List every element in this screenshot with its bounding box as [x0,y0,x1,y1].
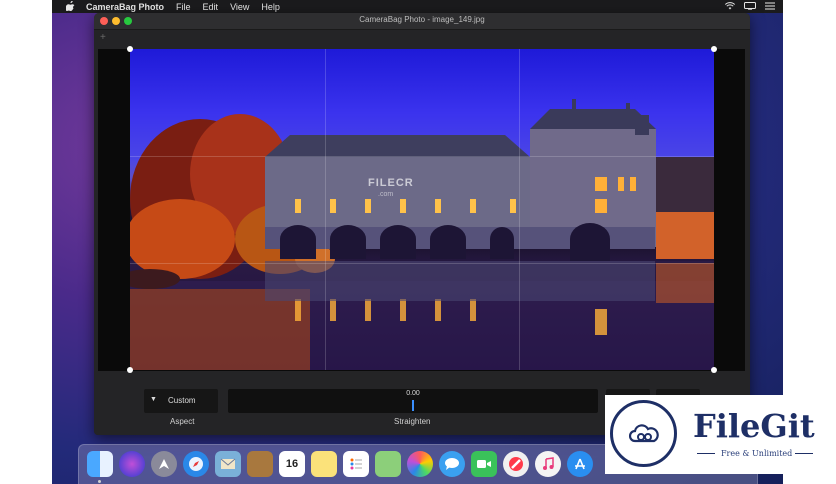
messages-icon[interactable] [439,451,465,477]
chateau-photo [130,99,714,370]
add-button[interactable]: + [100,32,106,43]
crop-handle-bottom-right[interactable] [711,367,717,373]
app-store-icon[interactable] [567,451,593,477]
menu-edit[interactable]: Edit [203,2,219,12]
watermark-text: FILECR [368,177,414,189]
photos-icon[interactable] [407,451,433,477]
app-menu[interactable]: CameraBag Photo [86,2,164,12]
notes-icon[interactable] [311,451,337,477]
news-icon[interactable] [503,451,529,477]
aspect-value: Custom [168,396,196,405]
photo-image[interactable]: FILECR .com [130,49,714,370]
launchpad-icon[interactable] [151,451,177,477]
crop-gridline-h1 [130,156,714,157]
filegit-brand: FileGit [693,407,815,445]
crop-gridline-v1 [325,49,326,370]
crop-handle-bottom-left[interactable] [127,367,133,373]
menu-help[interactable]: Help [261,2,280,12]
menu-file[interactable]: File [176,2,191,12]
image-canvas[interactable]: FILECR .com [98,46,745,373]
crop-gridline-v2 [519,49,520,370]
filegit-tagline: Free & Unlimited [721,449,793,458]
wifi-icon[interactable] [724,1,736,12]
window-title: CameraBag Photo - image_149.jpg [359,15,485,24]
app-window: CameraBag Photo - image_149.jpg + FILECR… [94,13,750,435]
finder-icon[interactable] [87,451,113,477]
display-icon[interactable] [744,1,756,12]
control-menu-icon[interactable] [765,2,775,12]
safari-icon[interactable] [183,451,209,477]
aspect-label: Aspect [170,417,195,426]
crop-handle-top-right[interactable] [711,46,717,52]
aspect-dropdown[interactable]: ▼ Custom [144,389,218,413]
title-bar: CameraBag Photo - image_149.jpg [94,13,750,30]
running-indicator [98,480,101,483]
maps-icon[interactable] [375,451,401,477]
apple-menu-icon[interactable] [64,0,76,13]
crop-gridline-h2 [130,263,714,264]
mail-icon[interactable] [215,451,241,477]
crop-handle-top-left[interactable] [127,46,133,52]
straighten-value: 0.00 [406,390,420,397]
filegit-logo-icon [610,400,677,467]
music-icon[interactable] [535,451,561,477]
reminders-icon[interactable] [343,451,369,477]
tagline-rule-right [795,453,813,454]
menu-view[interactable]: View [230,2,249,12]
caret-down-icon: ▼ [150,396,157,403]
status-area [724,0,775,13]
filegit-overlay: FileGit Free & Unlimited [605,395,823,474]
facetime-icon[interactable] [471,451,497,477]
straighten-label: Straighten [394,417,431,426]
menu-bar: CameraBag Photo File Edit View Help [52,0,783,13]
siri-icon[interactable] [119,451,145,477]
straighten-slider[interactable]: 0.00 [228,389,598,413]
calendar-day: 16 [285,458,299,470]
straighten-marker[interactable] [412,400,414,411]
notes-book-icon[interactable] [247,451,273,477]
calendar-icon[interactable]: 16 [279,451,305,477]
tagline-rule-left [697,453,715,454]
watermark-sub: .com [378,191,394,198]
